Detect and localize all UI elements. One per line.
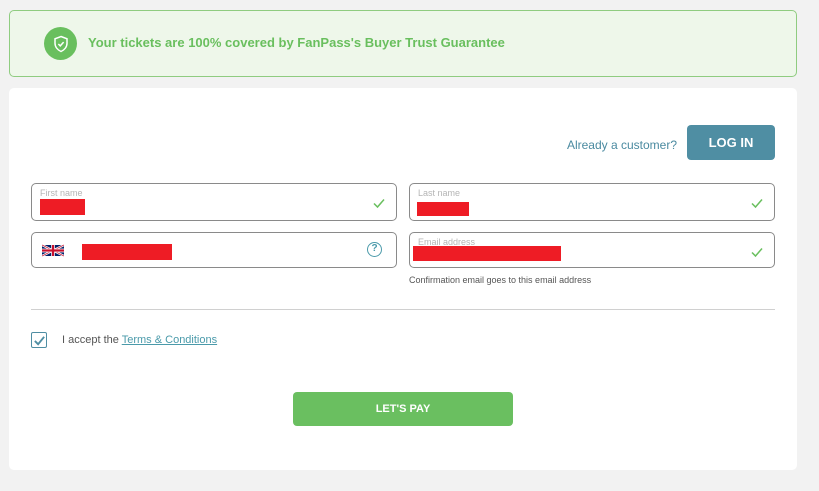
uk-flag-icon[interactable] [42,244,64,257]
terms-checkbox[interactable] [31,332,47,348]
first-name-label: First name [40,188,83,198]
last-name-field[interactable]: Last name [409,183,775,221]
login-button[interactable]: LOG IN [687,125,775,160]
shield-check-icon [44,27,77,60]
terms-prefix: I accept the [62,334,119,346]
terms-label: I accept the Terms & Conditions [62,334,217,346]
already-customer-text: Already a customer? [566,138,677,152]
question-circle-icon[interactable]: ? [367,242,382,257]
email-helper-text: Confirmation email goes to this email ad… [409,275,592,285]
redacted-value [40,199,85,215]
valid-check-icon [373,199,385,209]
terms-link[interactable]: Terms & Conditions [122,334,217,346]
redacted-value [82,244,172,260]
lets-pay-button[interactable]: LET'S PAY [293,392,513,426]
redacted-value [413,246,561,261]
valid-check-icon [751,199,763,209]
checkout-form: Already a customer? LOG IN First name La… [9,88,797,470]
trust-banner-text: Your tickets are 100% covered by FanPass… [88,35,505,50]
last-name-label: Last name [418,188,461,198]
trust-banner: Your tickets are 100% covered by FanPass… [9,10,797,77]
phone-field[interactable]: ? [31,232,397,268]
email-field[interactable]: Email address [409,232,775,268]
divider [31,309,775,310]
valid-check-icon [751,248,763,258]
checkmark-icon [33,335,45,346]
redacted-value [417,202,469,216]
first-name-field[interactable]: First name [31,183,397,221]
